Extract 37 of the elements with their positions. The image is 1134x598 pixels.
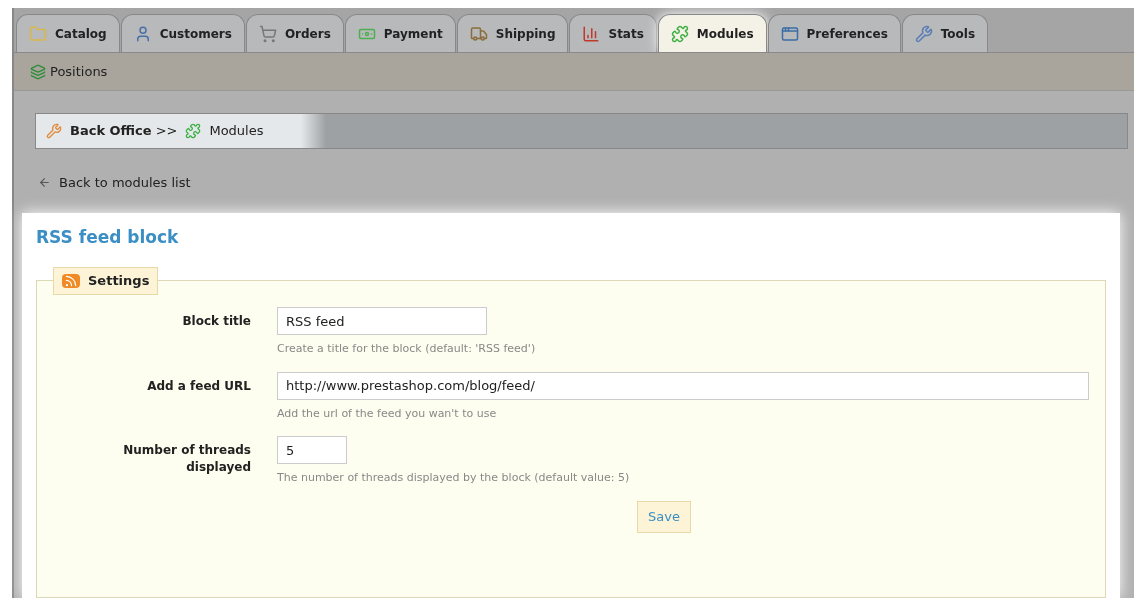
text-field[interactable]: 5: [277, 436, 347, 464]
field-hint: Create a title for the block (default: 'RSS feed'): [277, 341, 536, 357]
back-arrow-icon: [38, 176, 51, 190]
page-title: RSS feed block: [36, 225, 179, 249]
nav-tab[interactable]: Modules: [657, 14, 767, 52]
back-link[interactable]: Back to modules list: [38, 173, 191, 193]
folder-icon: [29, 24, 47, 43]
truck-icon: [469, 24, 488, 43]
nav-tab[interactable]: Shipping: [456, 14, 569, 52]
wrench-icon: [46, 123, 62, 139]
subnav-link[interactable]: Positions: [30, 61, 108, 82]
window-icon: [780, 24, 799, 43]
nav-tab[interactable]: Preferences: [767, 14, 901, 52]
nav-tab[interactable]: Customers: [120, 14, 245, 52]
breadcrumb-separator: >>: [155, 122, 178, 141]
bar-chart-icon: [582, 24, 601, 43]
nav-tab[interactable]: Catalog: [16, 14, 120, 52]
text-field[interactable]: RSS feed: [277, 307, 487, 335]
nav-tab[interactable]: Tools: [901, 14, 989, 52]
field-label: Number of threads displayed: [122, 442, 252, 476]
field-hint: The number of threads displayed by the block (default value: 5): [277, 470, 630, 486]
field-label: Block title: [181, 313, 252, 330]
nav-tab[interactable]: Orders: [245, 14, 344, 52]
wrench-icon: [914, 24, 933, 43]
cart-icon: [258, 24, 277, 43]
puzzle-icon: [670, 24, 689, 43]
legend-text: Settings: [88, 272, 150, 291]
nav-tab[interactable]: Payment: [344, 14, 456, 52]
breadcrumb-link[interactable]: Back Office: [70, 121, 152, 141]
breadcrumb-current: Modules: [209, 122, 264, 141]
layers-icon: [30, 63, 46, 80]
field-label: Add a feed URL: [146, 377, 252, 395]
field-hint: Add the url of the feed you wan't to use: [277, 405, 498, 422]
text-field[interactable]: http://www.prestashop.com/blog/feed/: [277, 371, 1089, 400]
nav-tab[interactable]: Stats: [569, 14, 657, 52]
puzzle-icon: [185, 123, 202, 139]
rss-icon: [62, 274, 80, 288]
